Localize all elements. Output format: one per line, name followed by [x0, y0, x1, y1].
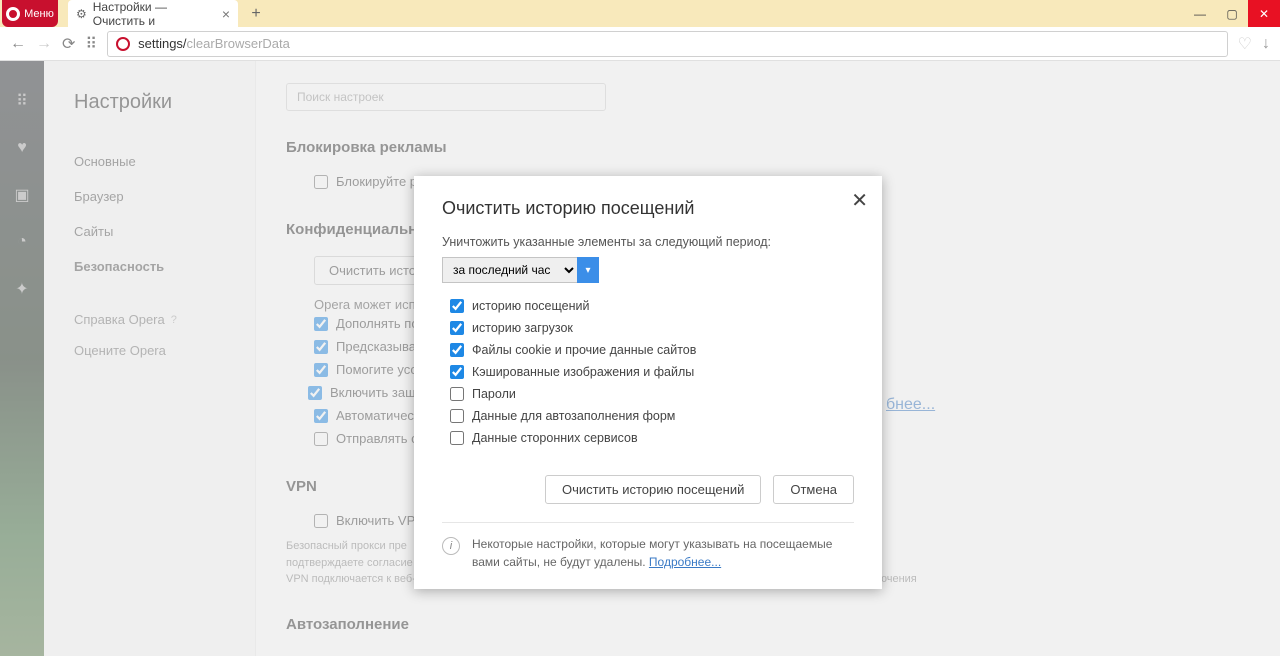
period-select[interactable]: за последний час	[442, 257, 578, 283]
section-ads: Блокировка рекламы	[286, 139, 1250, 156]
dialog-close-button[interactable]: ✕	[851, 188, 868, 213]
tab-title: Настройки — Очистить и	[93, 0, 216, 28]
clear-options-list: историю посещений историю загрузок Файлы c…	[442, 295, 854, 449]
settings-search-input[interactable]: Поиск настроек	[286, 83, 606, 111]
bookmark-heart-icon[interactable]: ♡	[1238, 34, 1252, 54]
nav-sites[interactable]: Сайты	[74, 214, 255, 249]
chk-search-complete[interactable]	[314, 317, 328, 331]
more-link[interactable]: бнее...	[886, 396, 935, 413]
clear-confirm-button[interactable]: Очистить историю посещений	[545, 475, 761, 504]
clear-option-label: историю загрузок	[472, 321, 573, 335]
select-arrow-icon[interactable]: ▾	[577, 257, 599, 283]
section-autofill: Автозаполнение	[286, 616, 1250, 633]
info-icon: i	[442, 537, 460, 555]
opera-menu-button[interactable]: Меню	[2, 0, 58, 27]
clear-option-checkbox-2[interactable]	[450, 343, 464, 357]
clear-option-label: Пароли	[472, 387, 516, 401]
ads-block-checkbox[interactable]	[314, 175, 328, 189]
dialog-footer-text: Некоторые настройки, которые могут указы…	[472, 535, 854, 571]
chk-send-sites[interactable]	[314, 432, 328, 446]
window-close-button[interactable]: ✕	[1248, 0, 1280, 27]
chk-predict[interactable]	[314, 340, 328, 354]
dialog-desc: Уничтожить указанные элементы за следующ…	[442, 235, 854, 249]
browser-tab[interactable]: ⚙ Настройки — Очистить и ×	[68, 0, 238, 27]
cancel-button[interactable]: Отмена	[773, 475, 854, 504]
vpn-enable-checkbox[interactable]	[314, 514, 328, 528]
window-maximize-button[interactable]: ▢	[1216, 0, 1248, 27]
sidebar-history-icon[interactable]: ◔	[17, 233, 27, 251]
sidebar-heart-icon[interactable]: ♥	[17, 139, 27, 157]
dialog-title: Очистить историю посещений	[442, 198, 854, 219]
sidebar-apps-icon[interactable]: ⠿	[16, 91, 28, 111]
nav-security[interactable]: Безопасность	[74, 249, 255, 284]
opera-url-icon	[116, 37, 130, 51]
tab-close-icon[interactable]: ×	[222, 6, 230, 22]
address-bar[interactable]: settings/clearBrowserData	[107, 31, 1228, 57]
clear-option-row: Файлы cookie и прочие данные сайтов	[442, 339, 854, 361]
clear-option-row: Данные для автозаполнения форм	[442, 405, 854, 427]
nav-help-opera[interactable]: Справка Opera?	[74, 304, 255, 335]
nav-basic[interactable]: Основные	[74, 144, 255, 179]
help-icon: ?	[171, 314, 177, 326]
new-tab-button[interactable]: +	[244, 4, 268, 24]
browser-toolbar: ← → ⟳ ⠿ settings/clearBrowserData ♡ ↓	[0, 27, 1280, 61]
clear-option-label: Файлы cookie и прочие данные сайтов	[472, 343, 696, 357]
chk-improve[interactable]	[314, 363, 328, 377]
clear-option-label: Данные сторонних сервисов	[472, 431, 638, 445]
settings-sidebar: Настройки Основные Браузер Сайты Безопас…	[44, 61, 256, 656]
clear-option-checkbox-4[interactable]	[450, 387, 464, 401]
url-text: settings/clearBrowserData	[138, 36, 290, 51]
forward-button[interactable]: →	[36, 35, 52, 53]
clear-option-row: историю загрузок	[442, 317, 854, 339]
window-titlebar: Меню ⚙ Настройки — Очистить и × + — ▢ ✕	[0, 0, 1280, 27]
download-icon[interactable]: ↓	[1262, 35, 1270, 53]
clear-option-checkbox-1[interactable]	[450, 321, 464, 335]
reload-button[interactable]: ⟳	[62, 34, 75, 54]
clear-option-row: Пароли	[442, 383, 854, 405]
gear-icon: ⚙	[76, 7, 87, 21]
sidebar-extensions-icon[interactable]: ✦	[15, 279, 28, 299]
opera-menu-label: Меню	[24, 8, 54, 20]
dialog-footer-link[interactable]: Подробнее...	[649, 555, 721, 569]
chk-auto[interactable]	[314, 409, 328, 423]
clear-option-label: Кэшированные изображения и файлы	[472, 365, 694, 379]
settings-title: Настройки	[74, 91, 255, 114]
clear-option-checkbox-0[interactable]	[450, 299, 464, 313]
speed-dial-sidebar: ⠿ ♥ ▣ ◔ ✦	[0, 61, 44, 656]
vpn-enable-label: Включить VPN	[336, 513, 425, 528]
sidebar-gallery-icon[interactable]: ▣	[14, 185, 29, 205]
clear-option-row: Данные сторонних сервисов	[442, 427, 854, 449]
clear-option-checkbox-6[interactable]	[450, 431, 464, 445]
clear-option-row: историю посещений	[442, 295, 854, 317]
clear-option-row: Кэшированные изображения и файлы	[442, 361, 854, 383]
window-minimize-button[interactable]: —	[1184, 0, 1216, 27]
chk-protection[interactable]	[308, 386, 322, 400]
opera-logo-icon	[6, 7, 20, 21]
clear-data-dialog: ✕ Очистить историю посещений Уничтожить …	[414, 176, 882, 589]
clear-option-checkbox-3[interactable]	[450, 365, 464, 379]
clear-option-checkbox-5[interactable]	[450, 409, 464, 423]
apps-button[interactable]: ⠿	[85, 34, 97, 54]
clear-option-label: Данные для автозаполнения форм	[472, 409, 675, 423]
nav-browser[interactable]: Браузер	[74, 179, 255, 214]
nav-rate-opera[interactable]: Оцените Opera	[74, 335, 255, 366]
clear-option-label: историю посещений	[472, 299, 589, 313]
back-button[interactable]: ←	[10, 35, 26, 53]
